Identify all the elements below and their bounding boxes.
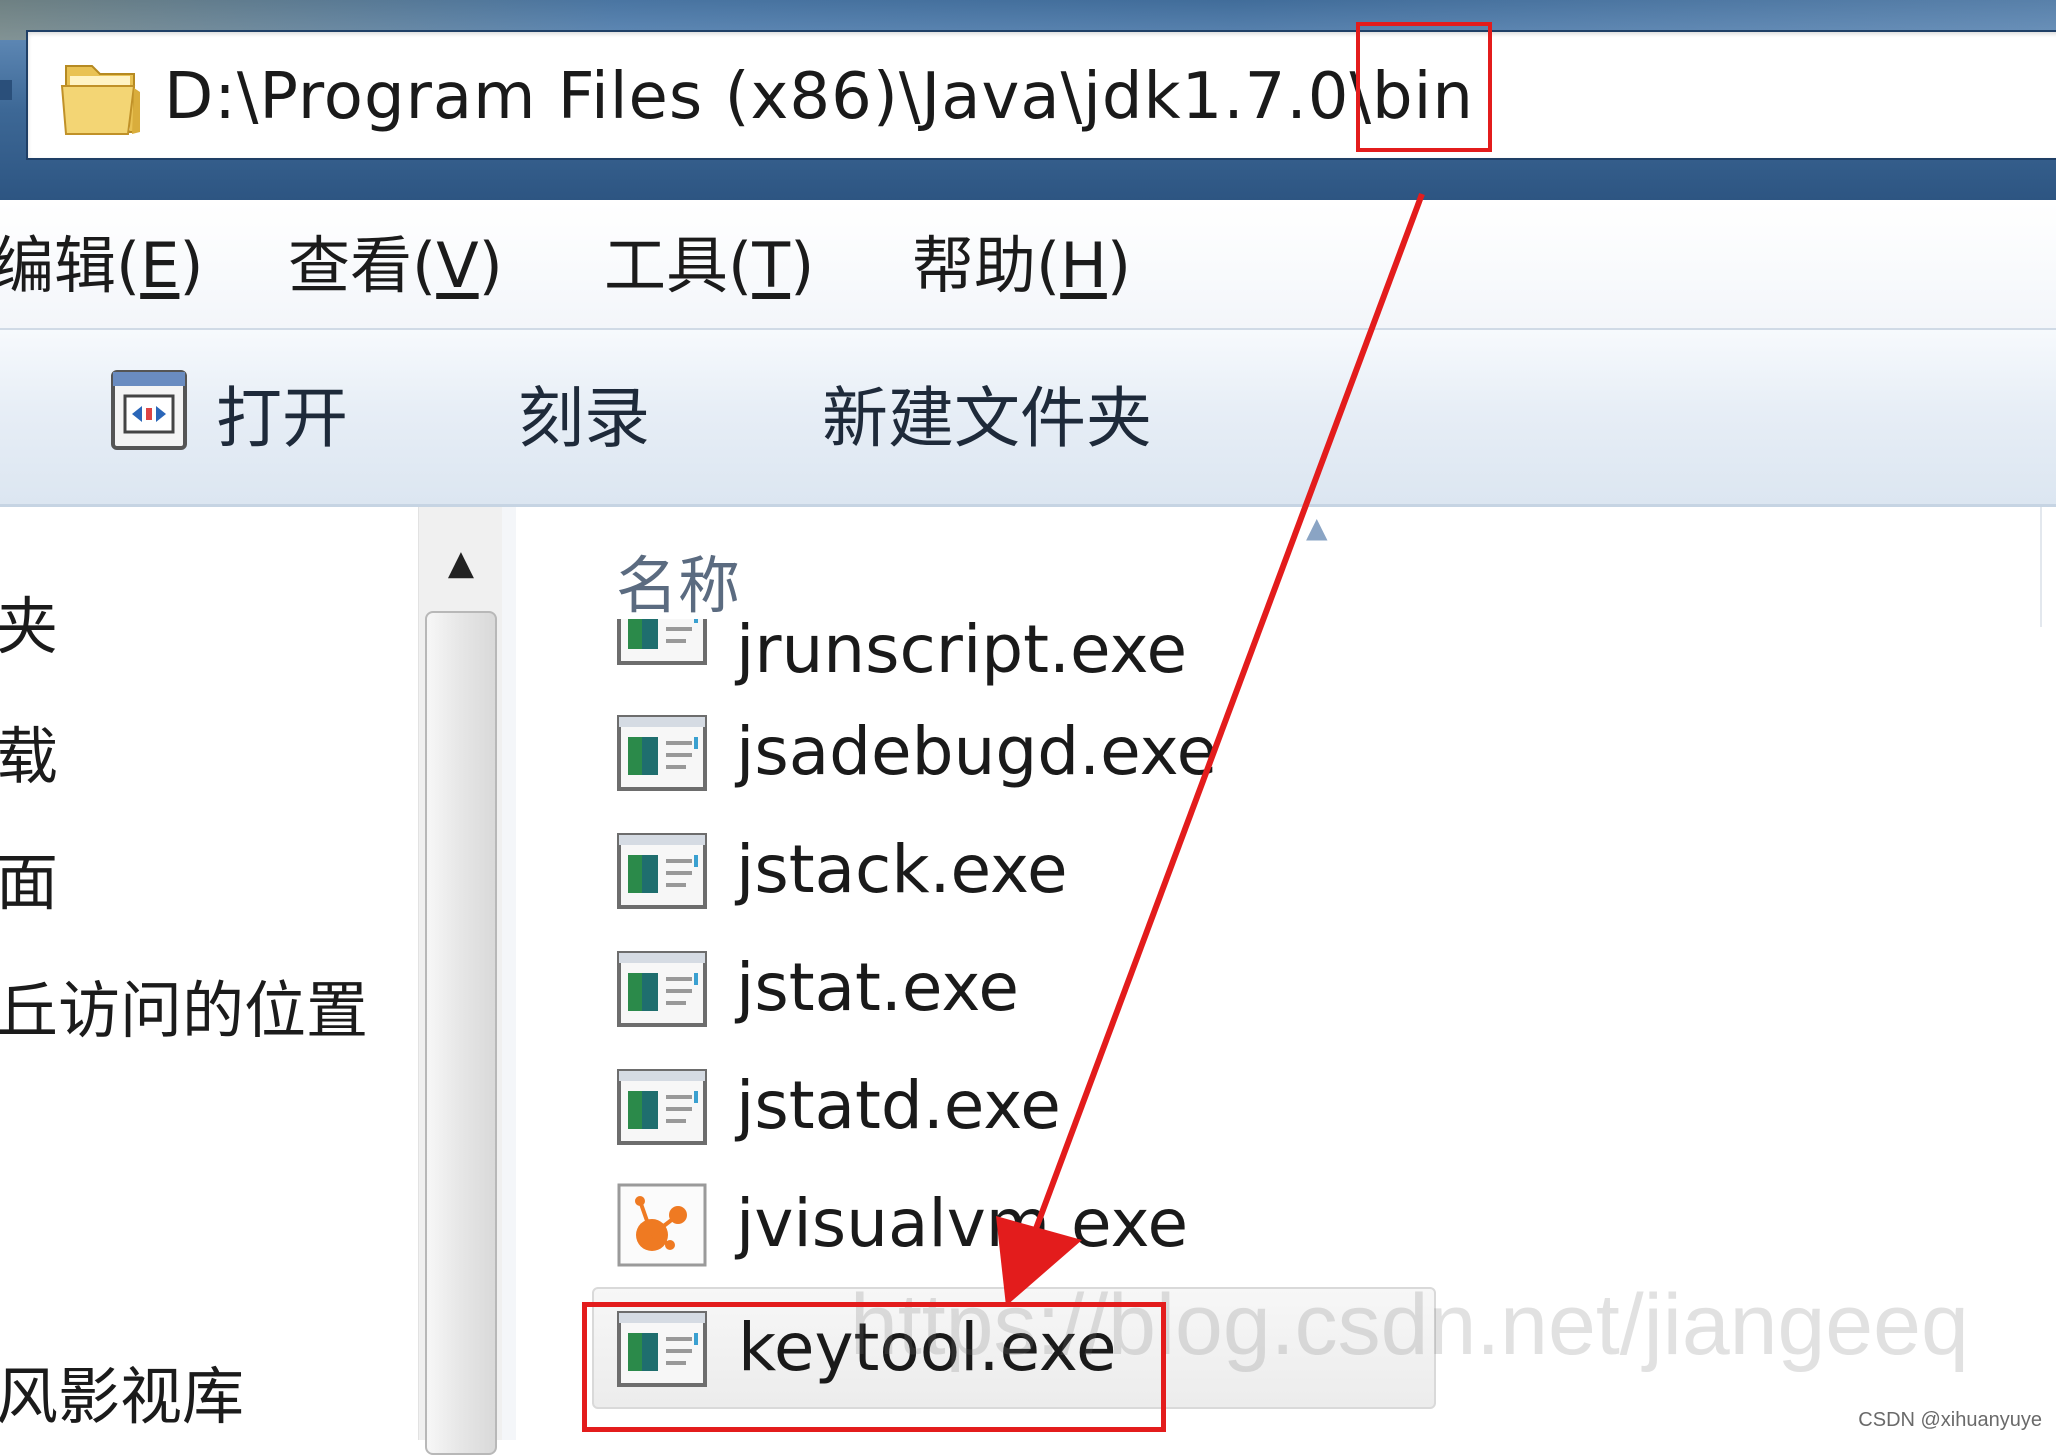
credit-text: CSDN @xihuanyuye: [1858, 1409, 2042, 1431]
annotation-arrow-icon: [996, 192, 1425, 1306]
